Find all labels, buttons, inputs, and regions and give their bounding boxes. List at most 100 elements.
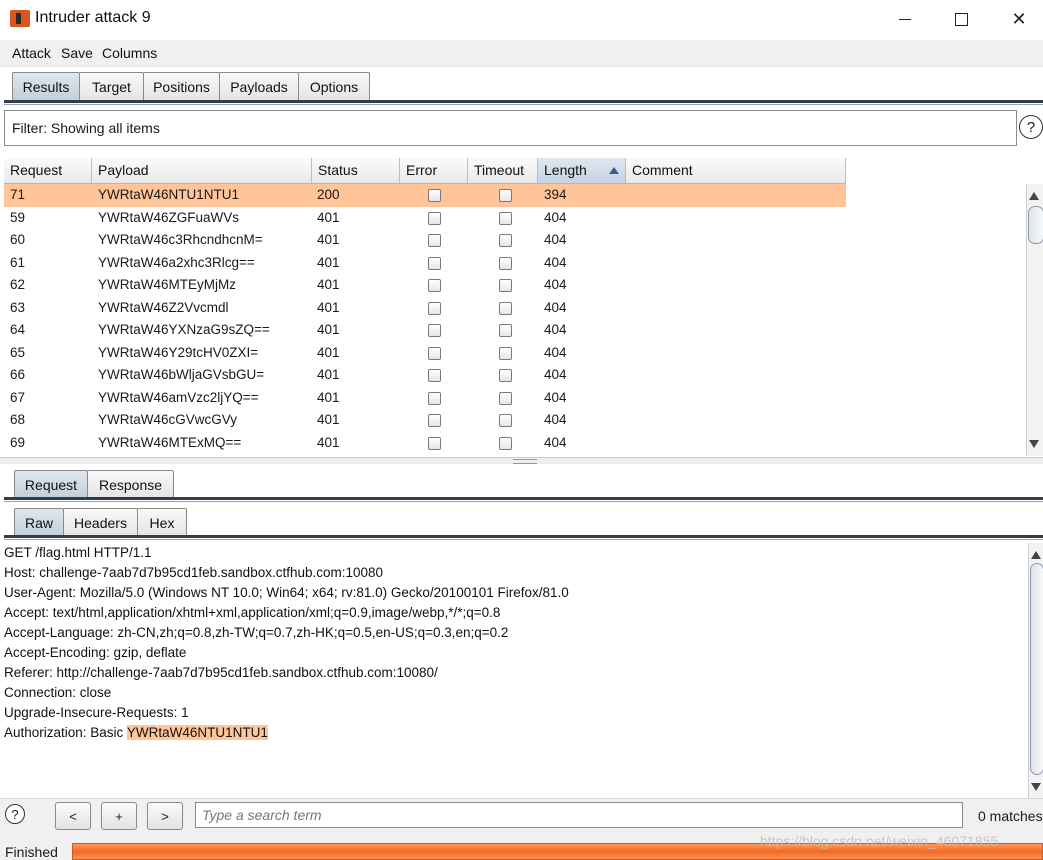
view-tab-line-light: [4, 539, 1043, 540]
error-checkbox[interactable]: [428, 189, 441, 202]
raw-request-editor[interactable]: GET /flag.html HTTP/1.1 Host: challenge-…: [0, 543, 1030, 798]
menu-attack[interactable]: Attack: [12, 45, 51, 61]
maximize-button[interactable]: [932, 0, 990, 39]
tab-positions[interactable]: Positions: [143, 72, 220, 101]
tab-headers[interactable]: Headers: [63, 508, 138, 537]
editor-scroll-thumb[interactable]: [1030, 563, 1043, 775]
editor-scrollbar[interactable]: [1028, 543, 1043, 798]
table-row[interactable]: 67 YWRtaW46amVzc2ljYQ== 401 404: [4, 387, 846, 410]
split-divider[interactable]: [0, 457, 1043, 464]
column-payload[interactable]: Payload: [92, 158, 312, 183]
tab-raw[interactable]: Raw: [14, 508, 64, 537]
close-button[interactable]: ✕: [990, 0, 1043, 39]
error-checkbox[interactable]: [428, 211, 441, 225]
cell-request: 61: [10, 254, 26, 270]
table-row[interactable]: 66 YWRtaW46bWljaGVsbGU= 401 404: [4, 364, 846, 387]
table-row[interactable]: 71 YWRtaW46NTU1NTU1 200 394: [4, 184, 846, 207]
scroll-thumb[interactable]: [1028, 206, 1043, 244]
error-checkbox[interactable]: [428, 369, 441, 382]
error-checkbox[interactable]: [428, 436, 441, 450]
tab-request[interactable]: Request: [14, 470, 88, 499]
cell-request: 62: [10, 277, 26, 292]
maximize-icon: [954, 13, 968, 26]
error-checkbox[interactable]: [428, 301, 441, 315]
minimize-button[interactable]: [876, 0, 934, 39]
table-row[interactable]: 60 YWRtaW46c3RhcndhcnM= 401 404: [4, 229, 846, 252]
window-title: Intruder attack 9: [35, 9, 151, 26]
error-checkbox[interactable]: [428, 346, 441, 360]
error-checkbox[interactable]: [428, 414, 441, 427]
filter-help-button[interactable]: ?: [1019, 115, 1043, 139]
menu-columns[interactable]: Columns: [102, 45, 157, 61]
timeout-checkbox[interactable]: [499, 346, 512, 360]
column-timeout[interactable]: Timeout: [468, 158, 538, 183]
editor-scroll-up-icon[interactable]: [1031, 551, 1041, 559]
table-body: 71 YWRtaW46NTU1NTU1 200 394 59 YWRtaW46ZGFuaW…: [4, 184, 846, 454]
column-comment[interactable]: Comment: [626, 158, 846, 183]
timeout-checkbox[interactable]: [499, 414, 512, 427]
table-row[interactable]: 63 YWRtaW46Z2Vvcmdl 401 404: [4, 297, 846, 320]
table-row[interactable]: 59 YWRtaW46ZGFuaWVs 401 404: [4, 207, 846, 230]
tab-response[interactable]: Response: [87, 470, 174, 499]
column-request[interactable]: Request: [4, 158, 92, 183]
error-checkbox[interactable]: [428, 391, 441, 405]
tab-results[interactable]: Results: [12, 72, 80, 101]
detail-tab-line-light: [4, 501, 1043, 502]
timeout-checkbox[interactable]: [499, 369, 512, 382]
table-row[interactable]: 65 YWRtaW46Y29tcHV0ZXI= 401 404: [4, 342, 846, 365]
cell-status: 401: [317, 277, 340, 292]
tab-options[interactable]: Options: [298, 72, 370, 101]
column-error[interactable]: Error: [400, 158, 468, 183]
detail-tab-line: [4, 497, 1043, 500]
table-row[interactable]: 62 YWRtaW46MTEyMjMz 401 404: [4, 274, 846, 297]
previous-match-button[interactable]: <: [55, 802, 91, 830]
error-checkbox[interactable]: [428, 279, 441, 292]
timeout-checkbox[interactable]: [499, 189, 512, 202]
tab-target[interactable]: Target: [79, 72, 144, 101]
request-line-referer: Referer: http://challenge-7aab7d7b95cd1f…: [4, 665, 438, 680]
error-checkbox[interactable]: [428, 256, 441, 270]
search-input[interactable]: Type a search term: [195, 802, 963, 828]
table-row[interactable]: 61 YWRtaW46a2xhc3Rlcg== 401 404: [4, 252, 846, 275]
cell-status: 401: [317, 389, 340, 405]
cell-payload: YWRtaW46a2xhc3Rlcg==: [98, 254, 255, 270]
search-bar: ? < + > Type a search term 0 matches: [0, 798, 1043, 833]
column-length[interactable]: Length: [538, 158, 626, 183]
split-grip-icon[interactable]: [513, 459, 537, 464]
timeout-checkbox[interactable]: [499, 211, 512, 225]
error-checkbox[interactable]: [428, 234, 441, 247]
table-row[interactable]: 68 YWRtaW46cGVwcGVy 401 404: [4, 409, 846, 432]
timeout-checkbox[interactable]: [499, 256, 512, 270]
help-icon: ?: [11, 806, 19, 822]
menu-save[interactable]: Save: [61, 45, 93, 61]
results-scrollbar[interactable]: [1026, 184, 1043, 456]
timeout-checkbox[interactable]: [499, 391, 512, 405]
search-help-button[interactable]: ?: [5, 804, 25, 824]
help-icon: ?: [1026, 118, 1036, 136]
timeout-checkbox[interactable]: [499, 436, 512, 450]
cell-request: 60: [10, 232, 26, 247]
next-match-button[interactable]: >: [147, 802, 183, 830]
request-line-accept-encoding: Accept-Encoding: gzip, deflate: [4, 645, 187, 660]
table-row[interactable]: 69 YWRtaW46MTExMQ== 401 404: [4, 432, 846, 455]
cell-length: 404: [544, 389, 567, 405]
error-checkbox[interactable]: [428, 324, 441, 337]
timeout-checkbox[interactable]: [499, 279, 512, 292]
view-tab-line: [4, 535, 1043, 538]
timeout-checkbox[interactable]: [499, 324, 512, 337]
table-row[interactable]: 64 YWRtaW46YXNzaG9sZQ== 401 404: [4, 319, 846, 342]
match-count: 0 matches: [978, 808, 1043, 824]
column-status[interactable]: Status: [312, 158, 400, 183]
cell-payload: YWRtaW46YXNzaG9sZQ==: [98, 322, 270, 337]
cell-payload: YWRtaW46Y29tcHV0ZXI=: [98, 344, 259, 360]
scroll-up-icon[interactable]: [1029, 192, 1039, 200]
filter-bar[interactable]: Filter: Showing all items: [4, 110, 1017, 146]
tab-payloads[interactable]: Payloads: [219, 72, 299, 101]
tab-hex[interactable]: Hex: [137, 508, 187, 537]
timeout-checkbox[interactable]: [499, 234, 512, 247]
timeout-checkbox[interactable]: [499, 301, 512, 315]
add-search-button[interactable]: +: [101, 802, 137, 830]
editor-scroll-down-icon[interactable]: [1031, 783, 1041, 791]
cell-length: 404: [544, 299, 567, 315]
scroll-down-icon[interactable]: [1029, 440, 1039, 448]
